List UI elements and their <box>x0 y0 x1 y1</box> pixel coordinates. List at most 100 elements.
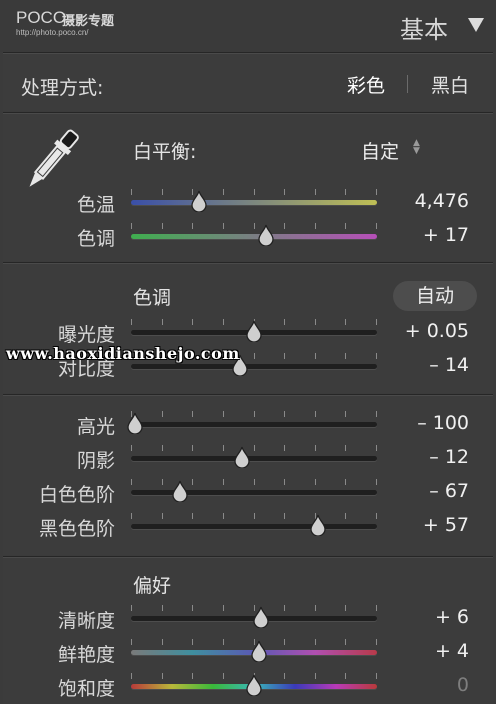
shadows-slider-thumb[interactable] <box>234 446 250 468</box>
contrast-slider-track[interactable] <box>131 364 377 369</box>
slider-tick <box>223 513 224 519</box>
slider-tick <box>131 445 132 451</box>
updown-arrows-icon[interactable]: ▲ ▼ <box>413 139 420 156</box>
temp-slider-thumb[interactable] <box>191 190 207 212</box>
slider-tick <box>162 639 163 645</box>
slider-value[interactable]: + 6 <box>435 606 469 628</box>
slider-row-tint: 色调 + 17 <box>3 221 493 251</box>
treatment-color-option[interactable]: 彩色 <box>347 71 385 98</box>
slider-tick <box>223 189 224 195</box>
slider-label: 色调 <box>76 228 115 250</box>
slider-value[interactable]: + 17 <box>423 224 469 246</box>
eyedropper-icon[interactable] <box>21 123 83 197</box>
slider-tick <box>315 353 316 359</box>
blacks-slider-track[interactable] <box>131 524 377 529</box>
tint-slider-thumb[interactable] <box>258 224 274 246</box>
slider-row-saturation: 饱和度 0 <box>3 671 493 701</box>
exposure-slider-thumb[interactable] <box>246 320 262 342</box>
white-balance-title: 白平衡: <box>133 141 197 163</box>
slider-ticks <box>131 189 377 195</box>
slider-tick <box>162 479 163 485</box>
slider-tick <box>284 353 285 359</box>
slider-tick <box>315 445 316 451</box>
treatment-section: 处理方式: 彩色 黑白 <box>3 52 493 111</box>
slider-tick <box>131 479 132 485</box>
slider-value[interactable]: + 0.05 <box>405 320 469 342</box>
shadows-slider-track[interactable] <box>131 456 377 461</box>
slider-ticks <box>131 223 377 229</box>
slider-tick <box>223 605 224 611</box>
slider-tick <box>345 673 346 679</box>
slider-tick <box>376 353 377 359</box>
treatment-bw-option[interactable]: 黑白 <box>431 71 469 98</box>
triangle-down-icon[interactable] <box>468 18 484 32</box>
slider-label: 高光 <box>76 416 115 438</box>
tint-slider-track[interactable] <box>131 234 377 239</box>
slider-tick <box>192 513 193 519</box>
slider-tick <box>192 605 193 611</box>
slider-label: 饱和度 <box>57 678 115 700</box>
logo-text: POCO <box>16 8 67 27</box>
blacks-slider-thumb[interactable] <box>310 514 326 536</box>
slider-value[interactable]: 0 <box>457 674 469 696</box>
slider-tick <box>162 513 163 519</box>
slider-tick <box>162 673 163 679</box>
highlights-slider-track[interactable] <box>131 422 377 427</box>
whites-slider-track[interactable] <box>131 490 377 495</box>
slider-row-contrast: 对比度 – 14 <box>3 351 493 381</box>
slider-tick <box>345 479 346 485</box>
slider-tick <box>284 513 285 519</box>
vibrance-slider-thumb[interactable] <box>251 640 267 662</box>
clarity-slider-thumb[interactable] <box>253 606 269 628</box>
slider-tick <box>284 605 285 611</box>
slider-tick <box>162 605 163 611</box>
slider-tick <box>131 673 132 679</box>
slider-tick <box>223 353 224 359</box>
slider-tick <box>223 445 224 451</box>
slider-tick <box>284 639 285 645</box>
logo-url: http://photo.poco.cn/ <box>16 28 89 37</box>
presence-title: 偏好 <box>133 575 172 597</box>
highlights-slider-thumb[interactable] <box>127 412 143 434</box>
slider-tick <box>345 445 346 451</box>
slider-tick <box>345 605 346 611</box>
panel-header: POCO 摄影专题 http://photo.poco.cn/ 基本 <box>0 0 496 52</box>
slider-tick <box>131 319 132 325</box>
slider-ticks <box>131 445 377 451</box>
slider-value[interactable]: – 14 <box>429 354 469 376</box>
slider-tick <box>192 353 193 359</box>
wb-preset-select[interactable]: 自定 <box>361 137 399 164</box>
panel-title[interactable]: 基本 <box>400 10 448 45</box>
slider-tick <box>162 319 163 325</box>
slider-value[interactable]: + 4 <box>435 640 469 662</box>
slider-value[interactable]: 4,476 <box>415 190 469 212</box>
slider-tick <box>376 189 377 195</box>
slider-value[interactable]: – 12 <box>429 446 469 468</box>
slider-tick <box>376 411 377 417</box>
slider-tick <box>315 411 316 417</box>
temp-slider-track[interactable] <box>131 200 377 205</box>
slider-label: 曝光度 <box>57 324 115 346</box>
whites-slider-thumb[interactable] <box>172 480 188 502</box>
slider-value[interactable]: – 67 <box>429 480 469 502</box>
slider-tick <box>192 223 193 229</box>
slider-tick <box>284 319 285 325</box>
slider-tick <box>315 223 316 229</box>
saturation-slider-thumb[interactable] <box>246 674 262 696</box>
tone-section: 色调 自动 曝光度 + 0.05 对比度 – 14 <box>3 262 493 393</box>
slider-row-blacks: 黑色色阶 + 57 <box>3 511 493 541</box>
slider-tick <box>254 189 255 195</box>
slider-ticks <box>131 411 377 417</box>
slider-tick <box>254 445 255 451</box>
slider-tick <box>162 223 163 229</box>
slider-value[interactable]: + 57 <box>423 514 469 536</box>
slider-value[interactable]: – 100 <box>417 412 469 434</box>
slider-tick <box>345 223 346 229</box>
slider-tick <box>131 353 132 359</box>
slider-row-highlights: 高光 – 100 <box>3 409 493 439</box>
slider-tick <box>315 319 316 325</box>
auto-tone-button[interactable]: 自动 <box>393 281 477 311</box>
slider-tick <box>192 673 193 679</box>
slider-tick <box>254 411 255 417</box>
contrast-slider-thumb[interactable] <box>232 354 248 376</box>
